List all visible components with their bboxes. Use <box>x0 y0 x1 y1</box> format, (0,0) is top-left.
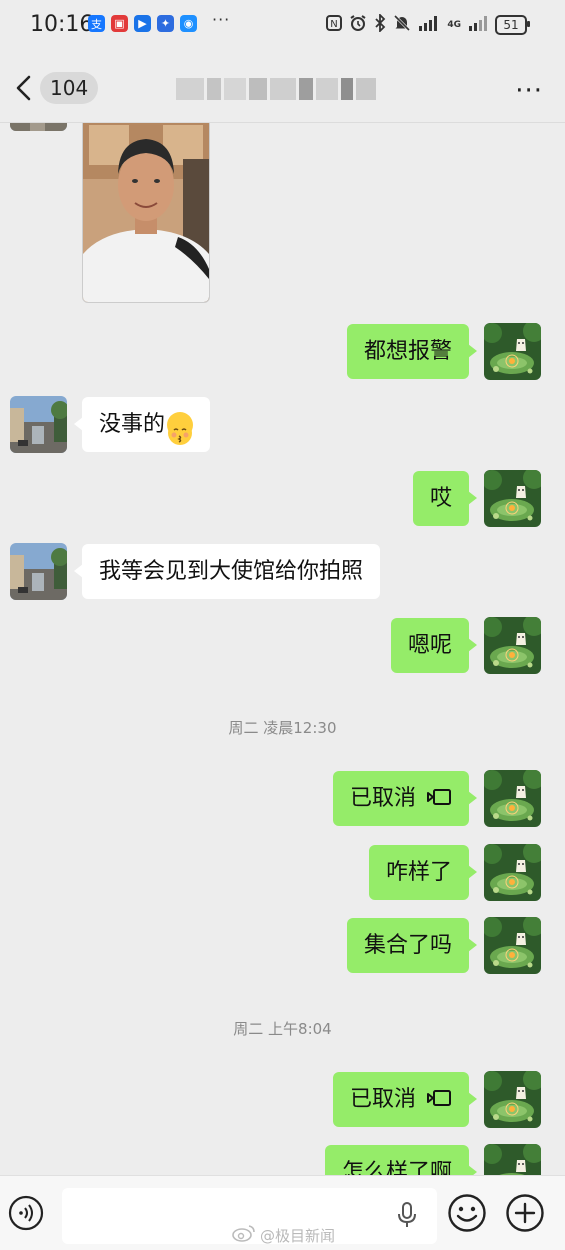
message-text: 我等会见到大使馆给你拍照 <box>99 559 364 584</box>
microphone-icon[interactable] <box>396 1201 418 1233</box>
message-text: 都想报警 <box>363 339 452 364</box>
photo-thumbnail[interactable] <box>82 123 210 303</box>
message-text: 哎 <box>429 486 452 511</box>
signal-icon <box>418 15 440 35</box>
status-bar: 10:16 支 ▣ ▶ ✦ ◉ ··· N 4G 51 <box>0 0 565 50</box>
message-list[interactable]: 都想报警 没事的 哎 我等会见到大使馆给你拍照 嗯呢 周二 凌晨12:30 已取… <box>0 123 565 1175</box>
message-text: 咋样了 <box>385 860 452 885</box>
my-avatar[interactable] <box>484 844 541 901</box>
message-row: 嗯呢 <box>0 617 565 675</box>
unread-count-badge: 104 <box>40 72 99 104</box>
chat-app-icon: ◉ <box>180 15 197 32</box>
message-row: 集合了吗 <box>0 917 565 975</box>
status-app-icons: 支 ▣ ▶ ✦ ◉ <box>88 15 197 32</box>
their-message-bubble[interactable]: 我等会见到大使馆给你拍照 <box>73 544 381 599</box>
chat-header: 104 ··· <box>0 50 565 123</box>
message-text: 集合了吗 <box>363 933 452 958</box>
status-more-dots: ··· <box>212 10 231 29</box>
status-indicators: N 4G 51 <box>326 12 530 36</box>
video-call-icon <box>426 1073 452 1128</box>
message-image[interactable] <box>0 123 565 308</box>
back-button[interactable]: 104 <box>12 72 99 104</box>
alarm-icon <box>349 14 367 36</box>
status-time: 10:16 <box>30 12 94 37</box>
contact-avatar[interactable] <box>10 396 67 453</box>
my-avatar[interactable] <box>484 1071 541 1128</box>
message-row: 我等会见到大使馆给你拍照 <box>0 543 565 601</box>
message-row: 哎 <box>0 470 565 528</box>
plus-icon <box>506 1194 544 1232</box>
contact-avatar[interactable] <box>10 543 67 600</box>
more-functions-button[interactable] <box>505 1193 545 1237</box>
my-message-bubble[interactable]: 嗯呢 <box>390 618 478 673</box>
my-message-bubble[interactable]: 哎 <box>412 471 478 526</box>
message-row: 已取消 <box>0 1071 565 1129</box>
signal-icon-2 <box>468 15 488 35</box>
blue-app-icon: ▶ <box>134 15 151 32</box>
more-options-button[interactable]: ··· <box>515 76 543 106</box>
call-record-bubble[interactable]: 已取消 <box>332 771 478 827</box>
message-text: 嗯呢 <box>407 633 452 658</box>
alipay-icon: 支 <box>88 15 105 32</box>
nfc-icon: N <box>326 15 343 35</box>
voice-input-button[interactable] <box>8 1195 44 1231</box>
contact-avatar[interactable] <box>10 123 67 131</box>
call-record-bubble[interactable]: 已取消 <box>332 1072 478 1128</box>
message-text: 已取消 <box>349 786 416 811</box>
red-app-icon: ▣ <box>111 15 128 32</box>
my-message-bubble[interactable]: 咋样了 <box>368 845 478 900</box>
message-text: 怎么样了啊 <box>341 1160 452 1175</box>
mute-icon <box>393 14 411 36</box>
timestamp-divider: 周二 凌晨12:30 <box>228 719 337 737</box>
message-row: 怎么样了啊 <box>0 1144 565 1175</box>
timestamp-divider: 周二 上午8:04 <box>233 1020 332 1038</box>
battery-indicator: 51 <box>495 15 530 35</box>
message-row: 咋样了 <box>0 844 565 902</box>
my-avatar[interactable] <box>484 470 541 527</box>
message-text: 没事的 <box>99 412 166 437</box>
my-avatar[interactable] <box>484 1144 541 1175</box>
kissing-emoji-icon <box>167 412 194 445</box>
my-avatar[interactable] <box>484 770 541 827</box>
svg-text:N: N <box>331 19 338 30</box>
message-row: 没事的 <box>0 396 565 454</box>
watermark: @极目新闻 <box>232 1224 335 1246</box>
message-text: 已取消 <box>349 1087 416 1112</box>
chat-title-blurred <box>176 72 376 106</box>
network-type: 4G <box>447 19 461 30</box>
my-message-bubble[interactable]: 集合了吗 <box>346 918 478 973</box>
watermark-text: @极目新闻 <box>260 1226 336 1245</box>
their-message-bubble[interactable]: 没事的 <box>73 397 211 452</box>
my-message-bubble[interactable]: 怎么样了啊 <box>324 1145 478 1175</box>
emoji-button[interactable] <box>447 1193 487 1237</box>
back-arrow-icon <box>16 75 31 101</box>
message-row: 都想报警 <box>0 323 565 381</box>
my-avatar[interactable] <box>484 323 541 380</box>
message-row: 已取消 <box>0 770 565 828</box>
voice-icon <box>8 1195 44 1231</box>
my-avatar[interactable] <box>484 917 541 974</box>
bluetooth-icon <box>374 12 386 36</box>
my-avatar[interactable] <box>484 617 541 674</box>
video-call-icon <box>426 772 452 827</box>
my-message-bubble[interactable]: 都想报警 <box>346 324 478 379</box>
weibo-logo-icon <box>232 1224 256 1246</box>
bulb-app-icon: ✦ <box>157 15 174 32</box>
smiley-icon <box>448 1194 486 1232</box>
